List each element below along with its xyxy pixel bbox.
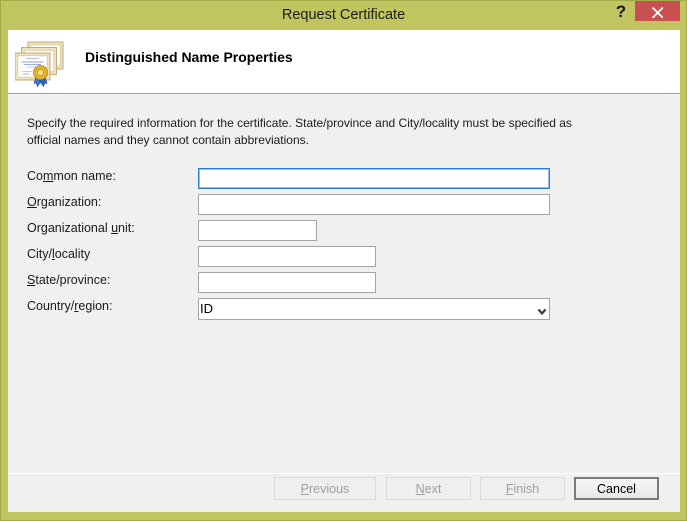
organization-label: Organization:	[27, 195, 102, 209]
common-name-input[interactable]	[198, 168, 550, 189]
close-icon	[651, 6, 664, 19]
country-region-label: Country/region:	[27, 299, 113, 313]
form-row-state-province: State/province:	[8, 272, 680, 293]
instruction-text: Specify the required information for the…	[27, 116, 572, 147]
form-row-common-name: Common name:	[8, 168, 680, 189]
finish-button[interactable]: Finish	[480, 477, 565, 500]
header-divider	[8, 93, 680, 94]
organization-input[interactable]	[198, 194, 550, 215]
state-province-label: State/province:	[27, 273, 111, 287]
city-locality-label: City/locality	[27, 247, 91, 261]
help-button[interactable]: ?	[606, 0, 636, 24]
request-certificate-dialog: Request Certificate ? Distinguished Name…	[0, 0, 687, 521]
state-province-input[interactable]	[198, 272, 376, 293]
organizational-unit-label: Organizational unit:	[27, 221, 135, 235]
cancel-button[interactable]: Cancel	[574, 477, 659, 500]
wizard-header: Distinguished Name Properties	[8, 30, 680, 93]
close-button[interactable]	[635, 1, 680, 21]
common-name-label: Common name:	[27, 169, 116, 183]
form-row-organizational-unit: Organizational unit:	[8, 220, 680, 241]
window-title: Request Certificate	[281, 7, 406, 23]
titlebar[interactable]: Request Certificate ?	[0, 0, 687, 30]
previous-button[interactable]: Previous	[274, 477, 376, 500]
certificates-icon	[15, 41, 64, 87]
footer-separator	[8, 473, 680, 474]
organizational-unit-input[interactable]	[198, 220, 317, 241]
next-button[interactable]: Next	[386, 477, 471, 500]
page-title: Distinguished Name Properties	[85, 49, 293, 65]
city-locality-input[interactable]	[198, 246, 376, 267]
form-row-organization: Organization:	[8, 194, 680, 215]
dialog-content: Distinguished Name Properties Specify th…	[8, 30, 680, 512]
form-row-city-locality: City/locality	[8, 246, 680, 267]
form-row-country-region: Country/region: ID	[8, 298, 680, 320]
country-region-select[interactable]: ID	[198, 298, 550, 320]
